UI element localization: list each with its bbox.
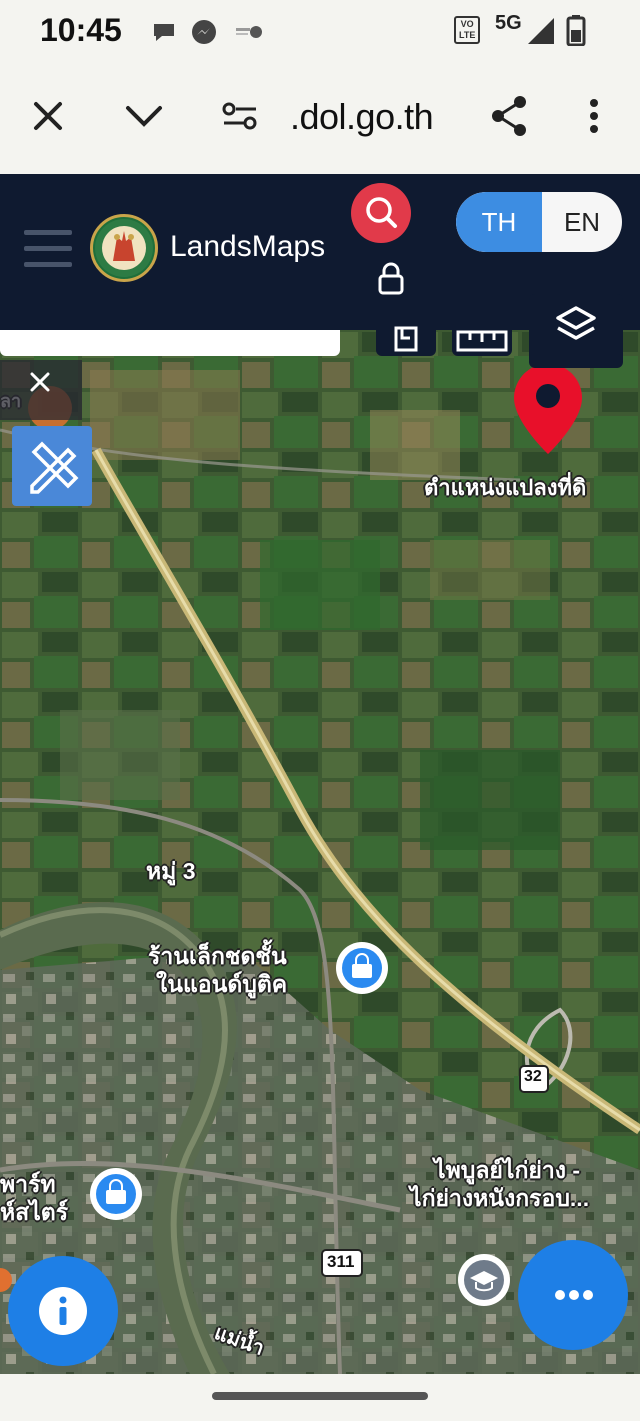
more-horizontal-icon (555, 1290, 593, 1300)
road-311-label: 311 (327, 1252, 355, 1271)
clock: 10:45 (40, 12, 122, 48)
more-vert-icon[interactable] (584, 98, 604, 139)
lang-en-option[interactable]: EN (542, 192, 622, 252)
share-icon[interactable] (488, 94, 530, 143)
map-label-village: หมู่ 3 (146, 858, 196, 884)
road-32-label: 32 (524, 1068, 542, 1085)
lock-icon[interactable] (376, 262, 406, 301)
close-icon[interactable] (28, 370, 52, 399)
home-gesture-handle[interactable] (212, 1392, 428, 1400)
messenger-icon (190, 18, 218, 46)
search-input[interactable] (0, 330, 340, 356)
language-toggle[interactable]: TH EN (456, 192, 622, 252)
map-label-left-line2: ห์สไตร์ (0, 1199, 69, 1225)
map-tool-button[interactable] (376, 324, 436, 356)
satellite-map[interactable]: ตำแหน่งแปลงที่ดิ หมู่ 3 ร้านเล็กชดชั้น ใ… (0, 330, 640, 1374)
brand-name: LandsMaps (170, 230, 326, 263)
url-bar[interactable]: .dol.go.th (290, 96, 434, 138)
chat-bubble-icon (150, 18, 178, 46)
lang-th-option[interactable]: TH (456, 192, 542, 252)
search-button[interactable] (351, 183, 411, 243)
network-badge: VO LTE (454, 16, 481, 44)
map-label-shop-line1: ร้านเล็กชดชั้น (148, 943, 287, 969)
draw-tools-icon (30, 441, 79, 494)
chevron-down-icon[interactable] (124, 100, 164, 135)
draw-tools-button[interactable] (12, 426, 92, 506)
layers-button[interactable] (529, 294, 623, 368)
network-badge-top: VO (460, 19, 474, 29)
logo (90, 214, 158, 282)
map-label-left: พาร์ท ห์สไตร์ (0, 1170, 68, 1226)
layers-icon (556, 306, 596, 340)
signal-icon (526, 16, 556, 51)
info-button[interactable] (8, 1256, 118, 1366)
measure-button[interactable] (452, 324, 512, 356)
app-notification-icon (232, 18, 262, 46)
menu-icon[interactable] (24, 230, 72, 278)
map-label-parcel: ตำแหน่งแปลงที่ดิ (424, 475, 587, 500)
network-badge-bottom: LTE (459, 30, 476, 40)
map-label-restaurant-line1: ไพบูลย์ไก่ย่าง - (434, 1157, 581, 1183)
map-label-left-line1: พาร์ท (0, 1171, 56, 1197)
shopping-bag-icon (336, 942, 388, 994)
map-label-restaurant: ไพบูลย์ไก่ย่าง - ไก่ย่างหนังกรอบ... (410, 1156, 589, 1212)
network-type: 5G (495, 12, 522, 34)
graduation-cap-icon (458, 1254, 510, 1306)
close-icon[interactable] (30, 98, 66, 139)
map-label-restaurant-line2: ไก่ย่างหนังกรอบ... (410, 1185, 590, 1211)
map-label-shop-line2: ในแอนด์บูติค (156, 971, 288, 997)
battery-icon (566, 14, 586, 51)
site-settings-icon[interactable] (222, 100, 258, 137)
more-options-button[interactable] (518, 1240, 628, 1350)
info-icon (39, 1287, 87, 1335)
search-icon (366, 197, 397, 228)
map-label-shop: ร้านเล็กชดชั้น ในแอนด์บูติค (148, 942, 287, 998)
